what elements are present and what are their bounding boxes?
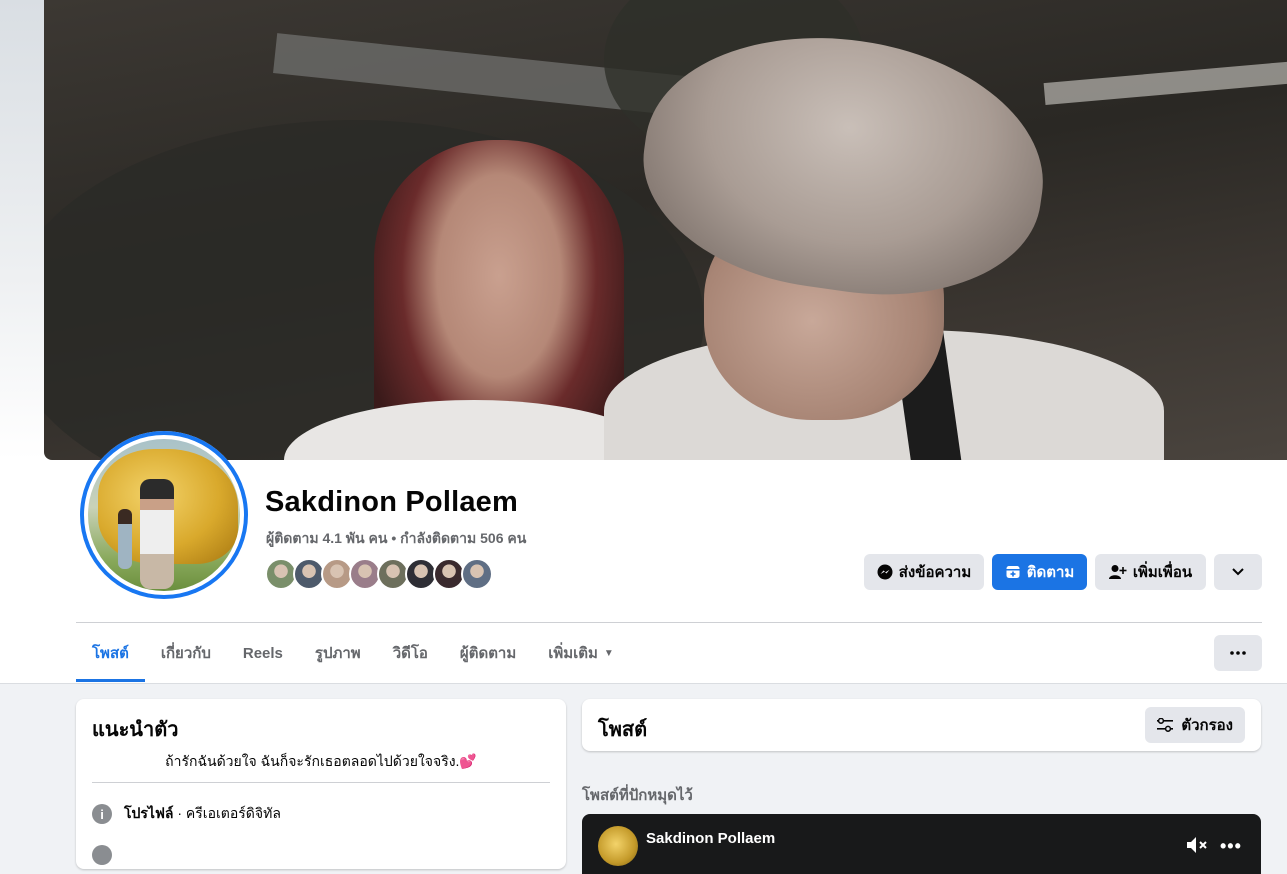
tab-reels[interactable]: Reels	[227, 624, 299, 682]
pinned-posts-label: โพสต์ที่ปักหมุดไว้	[582, 787, 693, 804]
messenger-icon	[877, 564, 893, 580]
post-author-avatar[interactable]	[598, 826, 638, 866]
info-icon	[92, 845, 112, 865]
follower-count[interactable]: ผู้ติดตาม 4.1 พัน คน • กำลังติดตาม 506 ค…	[266, 528, 526, 550]
pinned-post[interactable]: Sakdinon Pollaem •••	[582, 814, 1261, 874]
mute-icon[interactable]	[1186, 836, 1208, 854]
add-friend-button-label: เพิ่มเพื่อน	[1132, 564, 1193, 581]
intro-profile-label: โปรไฟล์	[124, 805, 174, 821]
add-friend-button[interactable]: เพิ่มเพื่อน	[1095, 554, 1206, 590]
tab-posts[interactable]: โพสต์	[76, 624, 145, 682]
profile-name: Sakdinon Pollaem	[265, 486, 518, 518]
header-divider	[76, 622, 1262, 623]
filter-button-label: ตัวกรอง	[1181, 717, 1233, 734]
tab-followers[interactable]: ผู้ติดตาม	[444, 624, 532, 682]
tab-about[interactable]: เกี่ยวกับ	[145, 624, 227, 682]
more-dots-icon	[1230, 651, 1246, 655]
follow-button[interactable]: ติดตาม	[992, 554, 1087, 590]
more-actions-dropdown[interactable]	[1214, 554, 1262, 590]
chevron-down-icon	[1232, 568, 1244, 576]
profile-options-button[interactable]	[1214, 635, 1262, 671]
intro-title: แนะนำตัว	[92, 719, 179, 741]
follow-icon	[1006, 566, 1020, 578]
filter-sliders-icon	[1157, 718, 1174, 732]
message-button-label: ส่งข้อความ	[898, 564, 972, 581]
caret-down-icon: ▼	[603, 647, 614, 659]
intro-bio: ถ้ารักฉันด้วยใจ ฉันก็จะรักเธอตลอดไปด้วยใ…	[165, 753, 477, 769]
intro-profile-value: ครีเอเตอร์ดิจิทัล	[185, 805, 281, 821]
follow-button-label: ติดตาม	[1026, 564, 1075, 581]
add-friend-icon	[1108, 565, 1127, 579]
profile-tabs: โพสต์ เกี่ยวกับ Reels รูปภาพ วิดีโอ ผู้ต…	[76, 624, 630, 682]
friend-avatar[interactable]	[461, 558, 493, 590]
posts-header-card: โพสต์ ตัวกรอง	[582, 699, 1261, 751]
tab-more[interactable]: เพิ่มเติม ▼	[532, 624, 630, 682]
intro-next-row	[92, 845, 112, 865]
left-edge-background	[0, 0, 44, 460]
intro-profile-row: i โปรไฟล์ · ครีเอเตอร์ดิจิทัล	[92, 803, 281, 825]
cover-photo[interactable]	[44, 0, 1287, 460]
profile-picture[interactable]	[88, 439, 240, 591]
tab-photos[interactable]: รูปภาพ	[299, 624, 377, 682]
message-button[interactable]: ส่งข้อความ	[864, 554, 984, 590]
filter-button[interactable]: ตัวกรอง	[1145, 707, 1245, 743]
info-icon: i	[92, 804, 112, 824]
intro-card: แนะนำตัว ถ้ารักฉันด้วยใจ ฉันก็จะรักเธอตล…	[76, 699, 566, 869]
tab-videos[interactable]: วิดีโอ	[377, 624, 444, 682]
post-author-name[interactable]: Sakdinon Pollaem	[646, 830, 775, 847]
posts-title: โพสต์	[598, 719, 648, 741]
post-options-icon[interactable]: •••	[1220, 836, 1242, 857]
